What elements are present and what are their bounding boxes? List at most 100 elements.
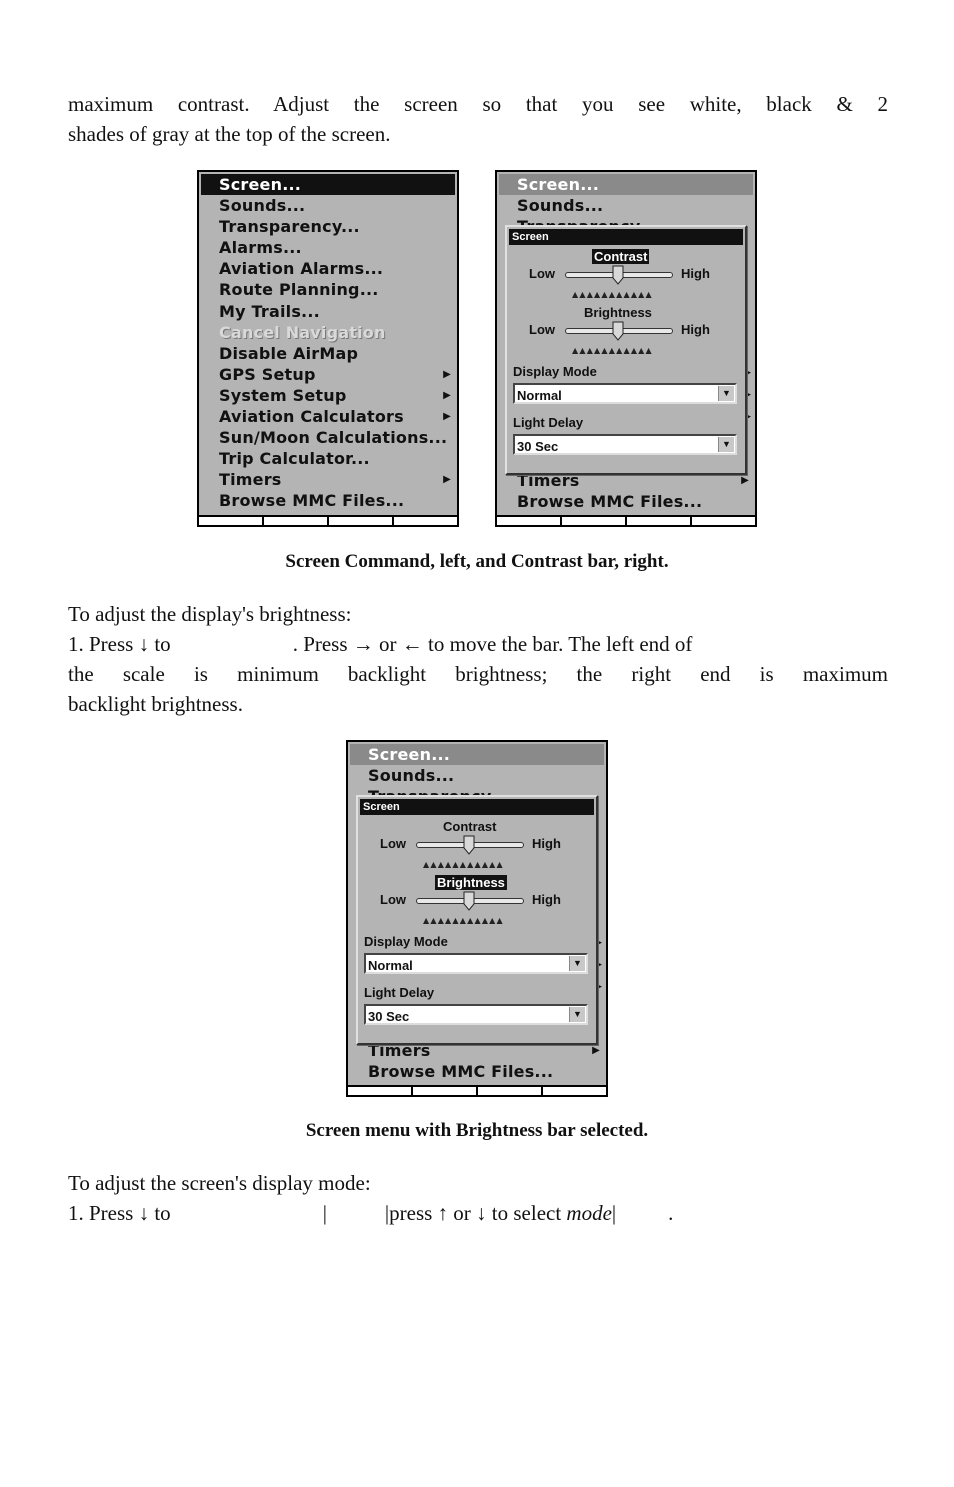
display-mode-label: Display Mode [513, 364, 597, 379]
menu-item-label: My Trails... [219, 301, 320, 321]
light-delay-select[interactable]: 30 Sec ▼ [364, 1004, 588, 1025]
light-delay-label: Light Delay [513, 415, 584, 430]
caption-1: Screen Command, left, and Contrast bar, … [285, 551, 669, 572]
menu-item-label: Browse MMC Files... [517, 492, 703, 511]
menu-item-sounds[interactable]: Sounds... [350, 765, 604, 786]
display-mode-select[interactable]: Normal ▼ [364, 953, 588, 974]
menu-item-label: Transparency... [219, 217, 360, 237]
display-mode-select[interactable]: Normal ▼ [513, 383, 737, 404]
menu-item-screen[interactable]: Screen... [499, 174, 753, 196]
separator: | [611, 1201, 617, 1225]
contrast-ticks: ▲▲▲▲▲▲▲▲▲▲▲ [423, 860, 504, 869]
caption-2: Screen menu with Brightness bar selected… [305, 1120, 649, 1141]
display-mode-step-1: 1. Press ↓ to | | press ↑ or ↓ to select mo… [68, 1198, 888, 1228]
menu-item[interactable]: Alarms... [201, 237, 455, 258]
menu-item[interactable]: Sounds... [201, 195, 455, 216]
menu-item-label: Transparency... [368, 787, 509, 795]
menu-item-label: System Setup [219, 385, 347, 405]
menu-item-browse[interactable]: Browse MMC Files... [499, 491, 753, 512]
step1-rest: press ↑ or ↓ to select [389, 1201, 567, 1225]
display-mode-value: Normal [517, 388, 562, 403]
menu-item-label: Sounds... [368, 766, 455, 785]
menu-item[interactable]: Screen... [201, 174, 455, 196]
menu-item-label: Browse MMC Files... [368, 1062, 554, 1081]
light-delay-select[interactable]: 30 Sec ▼ [513, 434, 737, 455]
menu-item-label: Sounds... [517, 196, 604, 215]
menu-item-label: Aviation Calculators [219, 407, 404, 427]
display-mode-paragraph: To adjust the screen's display mode: 1. … [68, 1168, 888, 1228]
menu-item-label: Sun/Moon Calculations... [219, 428, 448, 448]
brightness-ticks: ▲▲▲▲▲▲▲▲▲▲▲ [423, 916, 504, 925]
light-delay-value: 30 Sec [517, 439, 559, 454]
menu-item-sounds[interactable]: Sounds... [499, 195, 753, 216]
menu-item-screen[interactable]: Screen... [350, 744, 604, 766]
menu-item[interactable]: Trip Calculator... [201, 448, 455, 469]
submenu-arrow-icon: ▶ [443, 368, 451, 380]
brightness-label: Brightness [584, 305, 652, 320]
menu-item-browse[interactable]: Browse MMC Files... [350, 1061, 604, 1082]
menu-item[interactable]: Sun/Moon Calculations... [201, 427, 455, 448]
step1-start: 1. Press ↓ to [68, 1201, 171, 1225]
mode-text: mode [566, 1201, 612, 1225]
menu-item[interactable]: Aviation Alarms... [201, 258, 455, 279]
menu-item-label: Aviation Alarms... [219, 259, 384, 279]
menu-item[interactable]: My Trails... [201, 301, 455, 322]
dropdown-arrow-icon[interactable]: ▼ [718, 437, 734, 452]
low-label: Low [380, 836, 406, 851]
menu-item[interactable]: Browse MMC Files... [201, 490, 455, 511]
status-bar [199, 515, 457, 525]
screen-dialog: Screen Contrast Low High ▲▲▲▲▲▲▲▲▲▲▲ Bri… [505, 225, 747, 475]
submenu-arrow-icon: ▶ [443, 389, 451, 401]
menu-item[interactable]: System Setup ▶ [201, 385, 455, 406]
status-bar [497, 515, 755, 525]
separator: | [322, 1201, 327, 1225]
brightness-paragraph: To adjust the display's brightness: 1. P… [68, 599, 888, 719]
main-menu: Screen... Sounds... Transparency... Alarms.… [201, 174, 455, 512]
brightness-slider-thumb[interactable] [463, 891, 475, 911]
dropdown-arrow-icon[interactable]: ▼ [569, 1007, 585, 1022]
menu-item[interactable]: GPS Setup ▶ [201, 364, 455, 385]
menu-item[interactable]: Disable AirMap [201, 343, 455, 364]
menu-item[interactable]: Timers ▶ [201, 469, 455, 490]
high-label: High [532, 892, 561, 907]
menu-item-label: Screen... [219, 175, 302, 194]
brightness-slider-thumb[interactable] [612, 321, 624, 341]
menu-item[interactable]: Route Planning... [201, 279, 455, 300]
menu-item-label: Browse MMC Files... [219, 491, 405, 511]
light-delay-value: 30 Sec [368, 1009, 410, 1024]
light-delay-label: Light Delay [364, 985, 435, 1000]
low-label: Low [529, 322, 555, 337]
dropdown-arrow-icon[interactable]: ▼ [569, 956, 585, 971]
period: . [668, 1201, 674, 1225]
submenu-arrow-icon: ▶ [443, 474, 451, 486]
contrast-slider-thumb[interactable] [612, 265, 624, 285]
intro-line-1: maximum contrast. Adjust the screen so t… [68, 92, 888, 116]
menu-item-label: Sounds... [219, 196, 306, 216]
contrast-label: Contrast [443, 819, 497, 834]
high-label: High [681, 322, 710, 337]
high-label: High [532, 836, 561, 851]
menu-item-label: Route Planning... [219, 280, 379, 300]
brightness-heading: To adjust the display's brightness: [68, 602, 352, 626]
contrast-screenshot: Screen... Sounds... Transparency... ▶ ▶ … [495, 170, 757, 527]
menu-item[interactable]: Aviation Calculators ▶ [201, 406, 455, 427]
step1-rest: . Press → or ← to move the bar. The left… [292, 632, 693, 656]
intro-line-2: shades of gray at the top of the screen. [68, 122, 391, 146]
dialog-title: Screen [360, 799, 594, 815]
dropdown-arrow-icon[interactable]: ▼ [718, 386, 734, 401]
menu-item[interactable]: Transparency... [201, 216, 455, 237]
menu-screenshot: Screen... Sounds... Transparency... Alarms.… [197, 170, 459, 527]
low-label: Low [380, 892, 406, 907]
contrast-ticks: ▲▲▲▲▲▲▲▲▲▲▲ [572, 290, 653, 299]
brightness-line-3: backlight brightness. [68, 692, 243, 716]
menu-item-label: Alarms... [219, 238, 302, 258]
screen-dialog: Screen Contrast Low High ▲▲▲▲▲▲▲▲▲▲▲ Bri… [356, 795, 598, 1045]
brightness-label: Brightness [435, 875, 507, 890]
menu-item-partial: Transparency... [499, 216, 753, 225]
high-label: High [681, 266, 710, 281]
menu-item: Cancel Navigation [201, 322, 455, 343]
low-label: Low [529, 266, 555, 281]
brightness-line-2: the scale is minimum backlight brightnes… [68, 662, 888, 686]
contrast-slider-thumb[interactable] [463, 835, 475, 855]
brightness-step-1: 1. Press ↓ to . Press → or ← to move the … [68, 629, 888, 659]
